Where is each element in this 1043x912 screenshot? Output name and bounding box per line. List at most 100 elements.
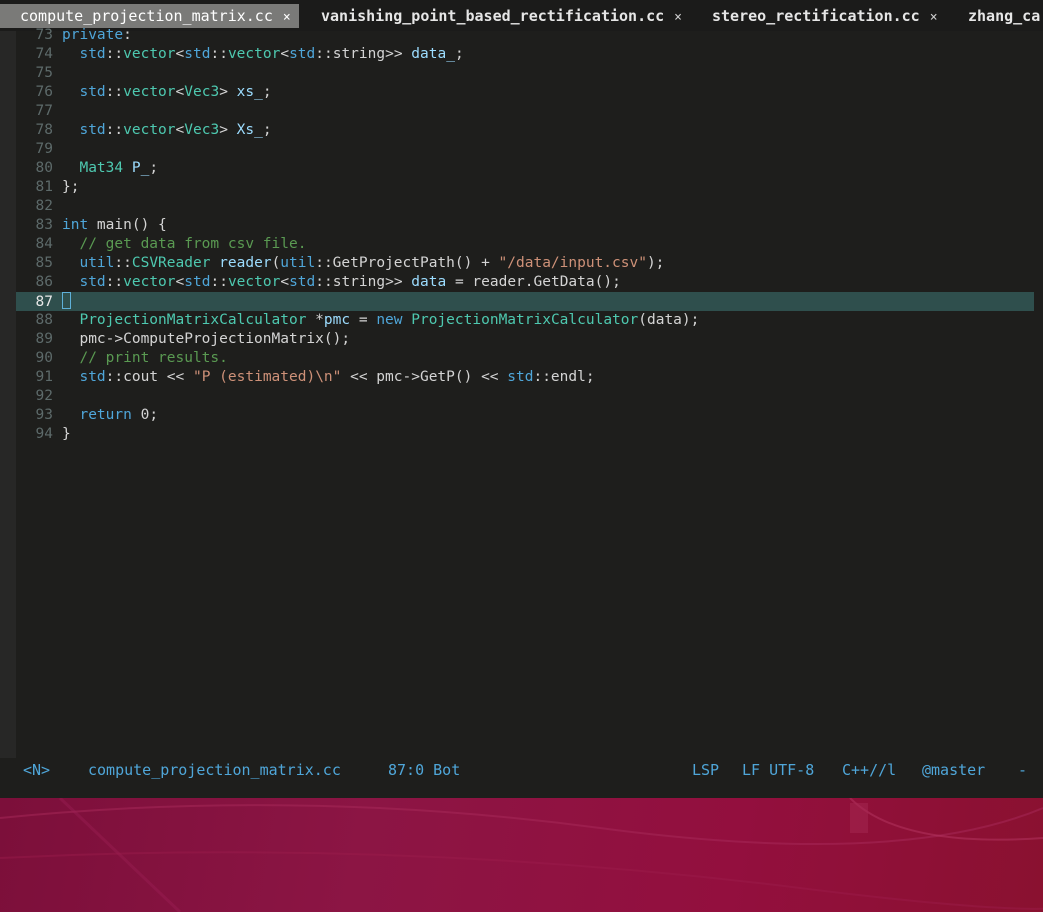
code-token: :: bbox=[210, 46, 228, 62]
line-number: 73 bbox=[35, 27, 53, 43]
desktop-wallpaper bbox=[0, 798, 1043, 912]
tab-vanishing-point-based-rectification[interactable]: vanishing_point_based_rectification.cc × bbox=[321, 4, 690, 28]
code-token: ( bbox=[271, 255, 281, 271]
code-line[interactable]: 85 util::CSVReader reader(util::GetProje… bbox=[16, 254, 1034, 273]
code-token: Mat34 bbox=[79, 160, 124, 176]
code-token: ProjectionMatrixCalculator bbox=[411, 312, 639, 328]
code-line[interactable]: 88 ProjectionMatrixCalculator *pmc = new… bbox=[16, 311, 1034, 330]
code-line[interactable]: 79 bbox=[16, 140, 1034, 159]
code-line[interactable]: 83 int main() { bbox=[16, 216, 1034, 235]
code-token: ::string>> bbox=[315, 274, 412, 290]
code-token: Xs_ bbox=[236, 122, 263, 138]
code-token: ::endl; bbox=[533, 369, 595, 385]
code-token: ; bbox=[149, 160, 159, 176]
code-token: = reader.GetData(); bbox=[446, 274, 621, 290]
tab-compute-projection-matrix[interactable]: compute_projection_matrix.cc × bbox=[0, 4, 299, 28]
code-token: new bbox=[376, 312, 403, 328]
code-token: :: bbox=[105, 274, 124, 290]
code-token: std bbox=[79, 369, 106, 385]
status-line: <N> compute_projection_matrix.cc 87:0 Bo… bbox=[0, 758, 1043, 782]
code-line[interactable]: 81}; bbox=[16, 178, 1034, 197]
command-line[interactable] bbox=[0, 782, 1043, 798]
git-branch: @master bbox=[922, 761, 986, 779]
mode-indicator: <N> bbox=[23, 761, 51, 779]
code-line[interactable]: 89 pmc->ComputeProjectionMatrix(); bbox=[16, 330, 1034, 349]
code-line[interactable]: 80 Mat34 P_; bbox=[16, 159, 1034, 178]
code-line[interactable]: 93 return 0; bbox=[16, 406, 1034, 425]
line-number: 85 bbox=[35, 255, 53, 271]
line-number: 75 bbox=[35, 65, 53, 81]
code-token: xs_ bbox=[236, 84, 263, 100]
code-token: util bbox=[280, 255, 316, 271]
code-token: :: bbox=[114, 255, 132, 271]
code-token: 0; bbox=[131, 407, 159, 423]
code-line[interactable]: 78 std::vector<Vec3> Xs_; bbox=[16, 121, 1034, 140]
code-line[interactable]: 82 bbox=[16, 197, 1034, 216]
code-token: :: bbox=[105, 122, 124, 138]
code-token: vector bbox=[227, 46, 281, 62]
code-token: vector bbox=[123, 84, 176, 100]
code-token: int bbox=[62, 217, 89, 233]
code-line[interactable]: 75 bbox=[16, 64, 1034, 83]
code-line[interactable]: 94} bbox=[16, 425, 1034, 444]
close-icon[interactable]: × bbox=[674, 10, 682, 25]
code-token: vector bbox=[123, 46, 176, 62]
code-token: Vec3 bbox=[184, 84, 220, 100]
line-number: 90 bbox=[35, 350, 53, 366]
close-icon[interactable]: × bbox=[283, 10, 291, 25]
code-line[interactable]: 73 private: bbox=[16, 26, 1034, 45]
tab-stereo-rectification[interactable]: stereo_rectification.cc × bbox=[712, 4, 946, 28]
code-token: > bbox=[219, 84, 237, 100]
code-line[interactable]: 90 // print results. bbox=[16, 349, 1034, 368]
code-line[interactable]: 84 // get data from csv file. bbox=[16, 235, 1034, 254]
status-trail: - bbox=[1018, 761, 1028, 779]
code-token: ::cout << bbox=[105, 369, 193, 385]
line-number: 79 bbox=[35, 141, 53, 157]
code-token: std bbox=[289, 46, 316, 62]
code-line[interactable]: 92 bbox=[16, 387, 1034, 406]
code-token: data bbox=[411, 274, 447, 290]
tab-label: stereo_rectification.cc bbox=[712, 7, 920, 25]
tab-label: compute_projection_matrix.cc bbox=[20, 7, 273, 25]
code-token: : bbox=[123, 27, 132, 43]
close-icon[interactable]: × bbox=[930, 10, 938, 25]
tab-zhang-calibration[interactable]: zhang_ca bbox=[968, 4, 1043, 28]
code-token: private bbox=[62, 27, 124, 43]
code-token: (data); bbox=[638, 312, 700, 328]
code-line[interactable]: 91 std::cout << "P (estimated)\n" << pmc… bbox=[16, 368, 1034, 387]
code-line[interactable]: 74 std::vector<std::vector<std::string>>… bbox=[16, 45, 1034, 64]
code-line[interactable]: 86 std::vector<std::vector<std::string>>… bbox=[16, 273, 1034, 292]
line-number: 88 bbox=[35, 312, 53, 328]
code-token: reader bbox=[219, 255, 272, 271]
code-line[interactable]: 76 std::vector<Vec3> xs_; bbox=[16, 83, 1034, 102]
code-token: ; bbox=[262, 122, 272, 138]
code-token: < bbox=[280, 46, 290, 62]
code-token: CSVReader bbox=[131, 255, 211, 271]
code-token: > bbox=[219, 122, 237, 138]
code-token: ); bbox=[646, 255, 665, 271]
code-token: :: bbox=[210, 274, 228, 290]
line-number: 80 bbox=[35, 160, 53, 176]
line-number: 91 bbox=[35, 369, 53, 385]
code-token: < bbox=[175, 84, 185, 100]
line-number: 84 bbox=[35, 236, 53, 252]
code-token: < bbox=[280, 274, 290, 290]
code-token: std bbox=[507, 369, 534, 385]
code-token: P_ bbox=[131, 160, 150, 176]
code-line[interactable]: 77 bbox=[16, 102, 1034, 121]
code-token: << pmc->GetP() << bbox=[341, 369, 508, 385]
line-number: 78 bbox=[35, 122, 53, 138]
code-token: std bbox=[79, 274, 106, 290]
code-token: std bbox=[79, 46, 106, 62]
code-token: = bbox=[350, 312, 377, 328]
code-token: vector bbox=[123, 122, 176, 138]
code-line[interactable]: 87 bbox=[16, 292, 1034, 311]
